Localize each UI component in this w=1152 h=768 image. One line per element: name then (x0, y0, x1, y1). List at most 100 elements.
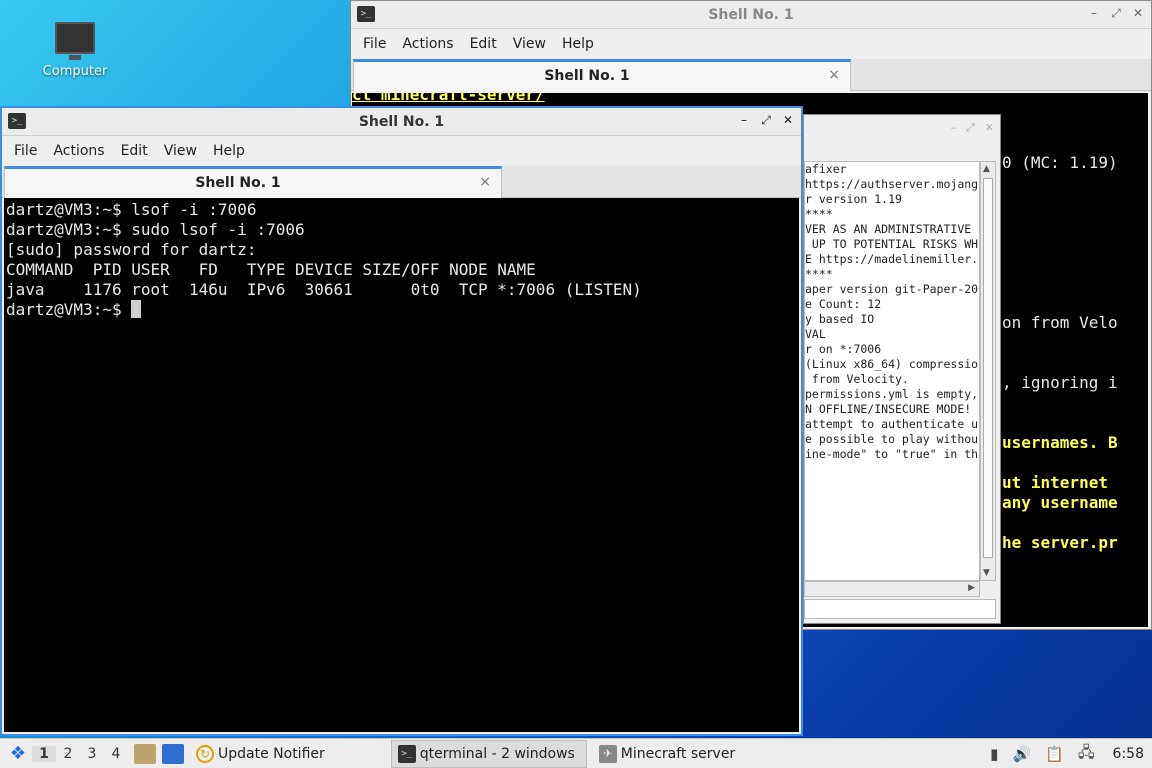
terminal-prompt: dartz@VM3:~$ (6, 300, 132, 319)
server-log-area[interactable]: afixer https://authserver.mojang. r versio… (804, 161, 980, 581)
menu-view[interactable]: View (505, 36, 554, 52)
workspace-1[interactable]: 1 (32, 745, 56, 762)
menu-view[interactable]: View (156, 143, 205, 159)
log-line: https://authserver.mojang. (805, 177, 980, 191)
scroll-up-icon[interactable]: ▲ (983, 164, 990, 174)
log-line: attempt to authenticate u (805, 417, 979, 431)
tab-close-icon[interactable]: × (828, 67, 840, 83)
start-menu-icon: ❖ (9, 743, 27, 764)
menu-help[interactable]: Help (205, 143, 253, 159)
minimize-icon[interactable]: – (737, 113, 751, 128)
maximize-icon[interactable]: ⤢ (1109, 6, 1123, 21)
scrollbar-thumb[interactable] (983, 178, 993, 558)
task-qterminal[interactable]: >_ qterminal - 2 windows (390, 739, 587, 768)
back-window-tabbar: Shell No. 1 × (351, 59, 1151, 91)
log-line: aper version git-Paper-20 (805, 282, 979, 296)
terminal-line: [sudo] password for dartz: (6, 240, 257, 259)
volume-icon[interactable]: 🔊 (1012, 745, 1031, 763)
terminal-cursor (131, 300, 142, 318)
front-window-tab[interactable]: Shell No. 1 × (4, 166, 502, 198)
terminal-fragment-warning: any username (1002, 493, 1118, 512)
terminal-prompt-line[interactable]: dartz@VM3:~$ (6, 300, 642, 320)
log-line: y based IO (805, 312, 875, 326)
terminal-fragment: , ignoring i (1002, 373, 1118, 392)
maximize-icon[interactable]: ⤢ (966, 121, 975, 135)
file-manager-launcher-icon[interactable] (134, 743, 156, 764)
close-icon[interactable]: ✕ (781, 113, 795, 128)
menu-help[interactable]: Help (554, 36, 602, 52)
terminal-line: dartz@VM3:~$ sudo lsof -i :7006 (6, 220, 305, 239)
front-window-titlebar[interactable]: >_ Shell No. 1 – ⤢ ✕ (2, 108, 801, 136)
menu-edit[interactable]: Edit (113, 143, 156, 159)
start-menu-button[interactable]: ❖ (4, 741, 32, 767)
front-window-tabbar: Shell No. 1 × (2, 166, 801, 198)
terminal-fragment: 0 (MC: 1.19) (1002, 153, 1118, 172)
tab-label: Shell No. 1 (544, 68, 630, 84)
close-icon[interactable]: ✕ (1131, 6, 1145, 21)
menu-actions[interactable]: Actions (394, 36, 461, 52)
workspace-4[interactable]: 4 (104, 746, 128, 762)
device-notifier-icon[interactable]: ▮ (990, 745, 998, 763)
minimize-icon[interactable]: – (1087, 6, 1101, 21)
workspace-2[interactable]: 2 (56, 746, 80, 762)
clock[interactable]: 6:58 (1113, 746, 1144, 762)
menu-actions[interactable]: Actions (45, 143, 112, 159)
terminal-fragment-warning: he server.pr (1002, 533, 1118, 552)
task-label: Update Notifier (218, 745, 325, 762)
log-line: r version 1.19 (805, 192, 902, 206)
back-window-tab[interactable]: Shell No. 1 × (353, 59, 851, 91)
log-line: afixer (805, 162, 847, 176)
close-icon[interactable]: ✕ (985, 121, 994, 135)
terminal-fragment-warning: usernames. B (1002, 433, 1118, 452)
menu-file[interactable]: File (6, 143, 45, 159)
back-window-titlebar[interactable]: >_ Shell No. 1 – ⤢ ✕ (351, 1, 1151, 29)
maximize-icon[interactable]: ⤢ (759, 113, 773, 128)
log-line: r on *:7006 (805, 342, 882, 356)
minimize-icon[interactable]: – (950, 121, 956, 135)
log-horizontal-scrollbar[interactable]: ▶ (804, 581, 980, 597)
taskbar: ❖ 1 2 3 4 ↻ Update Notifier >_ qterminal… (0, 738, 1152, 768)
log-line: e Count: 12 (805, 297, 882, 311)
menu-edit[interactable]: Edit (462, 36, 505, 52)
server-command-input[interactable] (804, 599, 996, 619)
log-line: VAL (805, 327, 826, 341)
terminal-line: java 1176 root 146u IPv6 30661 0t0 TCP *… (6, 280, 642, 299)
terminal-fragment: on from Velo (1002, 313, 1118, 332)
log-line: E https://madelinemiller. (805, 252, 979, 266)
desktop-icon-computer[interactable]: Computer (30, 22, 120, 79)
log-vertical-scrollbar[interactable]: ▲ ▼ (980, 161, 996, 581)
desktop-icon-label: Computer (42, 64, 108, 79)
minecraft-server-icon: ✈ (598, 744, 617, 763)
log-line: e possible to play withou (805, 432, 979, 446)
terminal-line: COMMAND PID USER FD TYPE DEVICE SIZE/OFF… (6, 260, 536, 279)
scroll-down-icon[interactable]: ▼ (983, 568, 990, 578)
back-window-title: Shell No. 1 (708, 7, 794, 23)
terminal-fragment-warning: ut internet (1002, 473, 1108, 492)
update-notifier-icon: ↻ (196, 744, 214, 763)
network-icon[interactable]: 🖧 (1078, 742, 1095, 767)
terminal-line: dartz@VM3:~$ lsof -i :7006 (6, 200, 257, 219)
front-window-menubar: File Actions Edit View Help (2, 136, 801, 166)
log-line: ine-mode" to "true" in th (805, 447, 979, 461)
tab-label: Shell No. 1 (195, 175, 281, 191)
minecraft-server-window: – ⤢ ✕ afixer https://authserver.mojang. r … (803, 114, 1001, 624)
system-tray: ▮ 🔊 📋 🖧 6:58 (990, 739, 1144, 768)
task-update-notifier[interactable]: ↻ Update Notifier (190, 740, 331, 768)
task-label: qterminal - 2 windows (419, 745, 575, 762)
log-line: from Velocity. (805, 372, 909, 386)
front-terminal-output[interactable]: dartz@VM3:~$ lsof -i :7006 dartz@VM3:~$ … (4, 198, 799, 732)
log-line: N OFFLINE/INSECURE MODE! (805, 402, 972, 416)
tab-close-icon[interactable]: × (479, 174, 491, 190)
workspace-3[interactable]: 3 (80, 746, 104, 762)
log-line: (Linux x86_64) compressio (805, 357, 979, 371)
log-line: **** (805, 267, 833, 281)
clipboard-icon[interactable]: 📋 (1045, 745, 1064, 763)
task-label: Minecraft server (620, 745, 736, 762)
log-line: **** (805, 207, 833, 221)
show-desktop-icon[interactable] (162, 743, 184, 764)
task-minecraft-server[interactable]: ✈ Minecraft server (593, 740, 741, 768)
front-window-title: Shell No. 1 (358, 114, 445, 130)
scroll-right-icon[interactable]: ▶ (968, 583, 975, 593)
front-terminal-window: >_ Shell No. 1 – ⤢ ✕ File Actions Edit V… (0, 106, 803, 736)
menu-file[interactable]: File (355, 36, 394, 52)
